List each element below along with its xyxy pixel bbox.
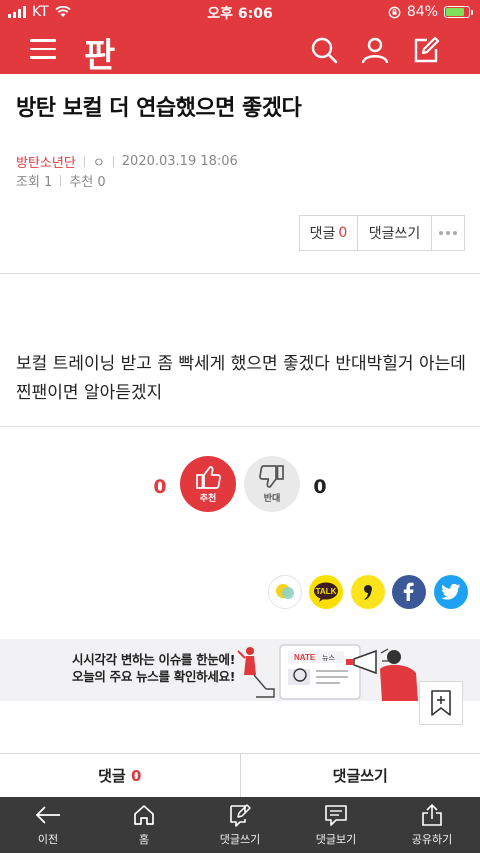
status-bar: KT 오후 6:06 84%: [0, 0, 480, 24]
menu-icon[interactable]: [30, 39, 56, 59]
bookmark-button[interactable]: [419, 681, 463, 725]
banner-brand: NATE: [294, 653, 316, 662]
upvote-count: 0: [153, 476, 167, 498]
share-icon: [422, 803, 442, 826]
divider: [0, 273, 480, 274]
banner-text: 시시각각 변하는 이슈를 한눈에! 오늘의 주요 뉴스를 확인하세요!: [72, 651, 235, 685]
comma-share-button[interactable]: [351, 575, 385, 609]
post-title: 방탄 보컬 더 연습했으면 좋겠다: [16, 96, 302, 121]
nav-share[interactable]: 공유하기: [384, 797, 480, 853]
downvote-count: 0: [313, 476, 327, 498]
downvote-label: 반대: [263, 494, 281, 504]
facebook-share-button[interactable]: [392, 575, 426, 609]
post-category[interactable]: 방탄소년단: [16, 152, 76, 171]
nav-home-label: 홈: [138, 833, 150, 846]
rotation-lock-icon: [388, 6, 401, 18]
bookmark-add-icon: [431, 690, 451, 716]
post-action-group: 댓글 0 댓글쓰기: [299, 215, 465, 251]
bottom-nav: 이전 홈 댓글쓰기 댓글보기 공유하기: [0, 797, 480, 853]
news-banner[interactable]: 시시각각 변하는 이슈를 한눈에! 오늘의 주요 뉴스를 확인하세요! NATE…: [0, 639, 480, 701]
post-date: 2020.03.19 18:06: [121, 154, 238, 169]
nav-write-comment[interactable]: 댓글쓰기: [192, 797, 288, 853]
kakaotalk-icon: TALK: [314, 582, 338, 602]
comment-label: 댓글: [309, 226, 336, 242]
facebook-icon: [403, 582, 414, 601]
user-icon[interactable]: [360, 35, 390, 65]
write-comment-icon: [230, 804, 251, 827]
search-icon[interactable]: [309, 35, 339, 65]
comment-count-button[interactable]: 댓글 0: [300, 216, 358, 250]
post-recommends: 추천 0: [69, 175, 106, 190]
post-stats: 조회 1 추천 0: [16, 171, 106, 190]
more-button[interactable]: [432, 216, 464, 250]
downvote-button[interactable]: 반대: [244, 456, 300, 512]
twitter-icon: [441, 583, 461, 600]
status-right: 84%: [388, 4, 473, 20]
view-comments-icon: [325, 805, 347, 826]
post-author[interactable]: ㅇ: [93, 152, 105, 171]
post-meta: 방탄소년단 ㅇ 2020.03.19 18:06: [16, 152, 238, 171]
kakaostory-share-button[interactable]: [268, 575, 302, 609]
arrow-left-icon: [35, 806, 60, 824]
write-comment-button[interactable]: 댓글쓰기: [358, 216, 432, 250]
nav-view-comments-label: 댓글보기: [315, 833, 357, 846]
post-body: 보컬 트레이닝 받고 좀 빡세게 했으면 좋겠다 반대박힐거 아는데 찐팬이면 …: [16, 354, 466, 403]
nav-back-label: 이전: [37, 833, 59, 846]
upvote-label: 추천: [199, 494, 217, 504]
post-views: 조회 1: [16, 175, 53, 190]
thumbs-down-icon: [259, 465, 284, 488]
twitter-share-button[interactable]: [434, 575, 468, 609]
kakaostory-icon: [276, 584, 294, 599]
thumbs-up-icon: [196, 466, 221, 489]
pann-logo[interactable]: 판: [84, 28, 115, 77]
comment-bar-count: 0: [130, 766, 142, 785]
comment-write-button[interactable]: 댓글쓰기: [241, 754, 480, 797]
battery-fill: [446, 8, 465, 16]
edit-icon[interactable]: [411, 35, 441, 65]
banner-brand-suffix: 뉴스: [322, 654, 335, 662]
kakaotalk-label: TALK: [316, 587, 337, 596]
divider: [0, 426, 480, 427]
upvote-button[interactable]: 추천: [180, 456, 236, 512]
comment-bar-label: 댓글: [98, 767, 126, 785]
nav-home[interactable]: 홈: [96, 797, 192, 853]
nav-share-label: 공유하기: [411, 833, 453, 846]
battery-percent: 84%: [406, 4, 438, 20]
nav-view-comments[interactable]: 댓글보기: [288, 797, 384, 853]
nav-write-comment-label: 댓글쓰기: [219, 833, 261, 846]
home-icon: [134, 805, 154, 825]
comma-icon: [364, 585, 372, 600]
app-header: 판: [0, 24, 480, 77]
nav-back[interactable]: 이전: [0, 797, 96, 853]
comment-count: 0: [338, 225, 348, 241]
kakaotalk-share-button[interactable]: TALK: [309, 575, 343, 609]
battery-icon: [444, 6, 473, 18]
banner-line-2: 오늘의 주요 뉴스를 확인하세요!: [72, 669, 236, 684]
more-icon: [439, 231, 457, 235]
banner-line-1: 시시각각 변하는 이슈를 한눈에!: [72, 652, 236, 667]
comment-bar: 댓글 0 댓글쓰기: [0, 753, 480, 797]
comment-view-button[interactable]: 댓글 0: [0, 754, 241, 797]
